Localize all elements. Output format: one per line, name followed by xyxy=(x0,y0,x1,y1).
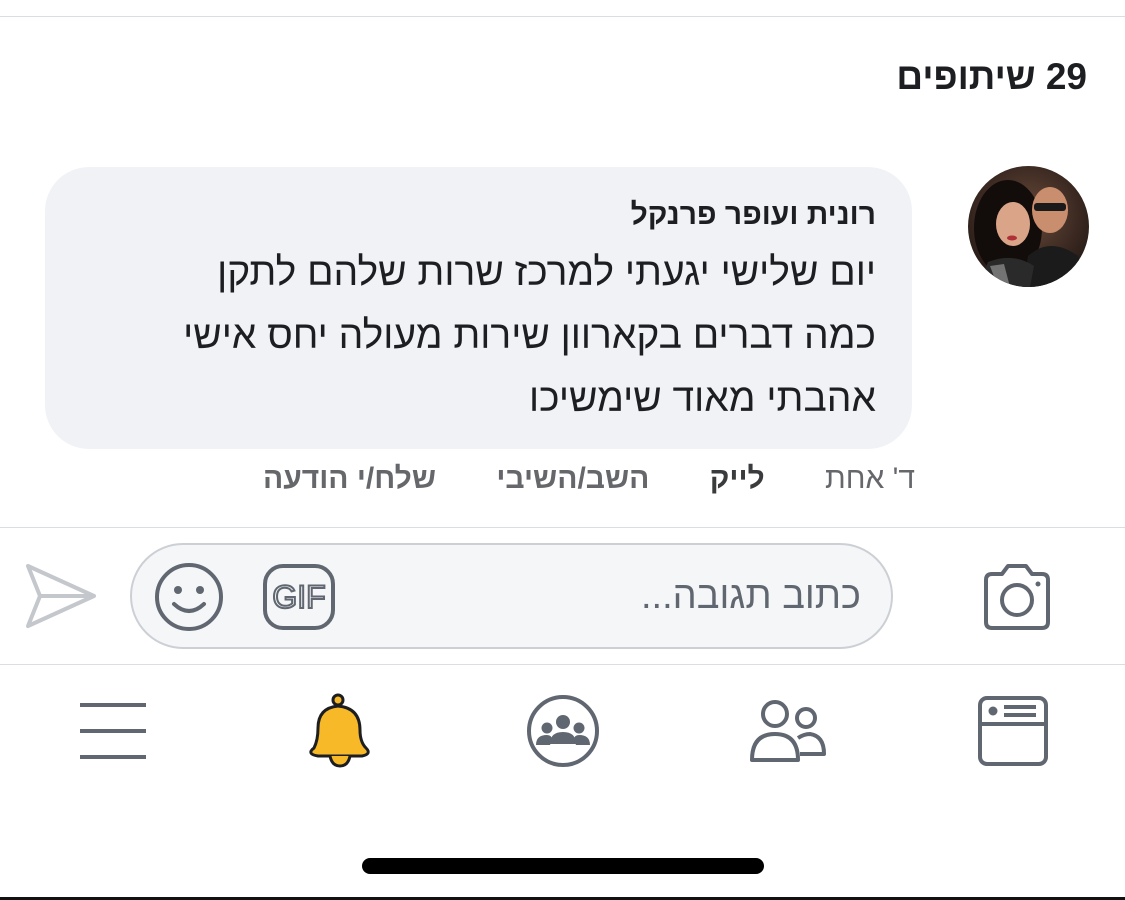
menu-icon xyxy=(80,703,146,759)
send-button[interactable] xyxy=(22,560,98,632)
gif-button[interactable]: GIF xyxy=(262,563,336,631)
avatar[interactable] xyxy=(968,166,1089,287)
composer-top-divider xyxy=(0,527,1125,528)
comment-text: יום שלישי יגעתי למרכז שרות שלהם לתקן כמה… xyxy=(81,241,876,430)
comment-screen: 29 שיתופים רונית ועופר פרנקל יום שלישי י… xyxy=(0,0,1125,900)
comment-author[interactable]: רונית ועופר פרנקל xyxy=(81,195,876,235)
comment-line: אהבתי מאוד שימשיכו xyxy=(529,377,876,420)
shares-count[interactable]: 29 שיתופים xyxy=(896,56,1087,98)
send-message-button[interactable]: שלח/י הודעה xyxy=(263,462,436,496)
comment-bubble[interactable]: רונית ועופר פרנקל יום שלישי יגעתי למרכז … xyxy=(45,167,912,449)
comment-composer[interactable]: GIF xyxy=(130,543,893,649)
comment-actions: ד' אחת לייק השב/השיבי שלח/י הודעה xyxy=(211,462,915,496)
camera-button[interactable] xyxy=(978,562,1056,634)
comment-line: כמה דברים בקארוון שירות מעולה יחס אישי xyxy=(183,314,876,357)
groups-icon xyxy=(527,695,599,767)
tab-menu[interactable] xyxy=(78,690,150,772)
like-button[interactable]: לייק xyxy=(710,462,765,496)
comment-input[interactable] xyxy=(381,571,861,621)
comment-line: יום שלישי יגעתי למרכז שרות שלהם לתקן xyxy=(217,251,876,294)
news-feed-icon xyxy=(978,696,1048,766)
send-arrow-icon xyxy=(26,564,96,628)
tab-news-feed[interactable] xyxy=(974,690,1052,772)
smiley-icon xyxy=(155,563,223,631)
camera-icon xyxy=(984,564,1050,630)
tab-groups[interactable] xyxy=(522,690,604,772)
reply-button[interactable]: השב/השיבי xyxy=(496,462,649,496)
friends-icon xyxy=(750,700,826,762)
comment-time: ד' אחת xyxy=(825,462,915,495)
tabbar-top-divider xyxy=(0,664,1125,665)
tab-friends[interactable] xyxy=(748,690,828,772)
gif-icon: GIF xyxy=(263,564,335,630)
emoji-button[interactable] xyxy=(154,562,224,632)
top-divider xyxy=(0,16,1125,17)
home-indicator[interactable] xyxy=(362,858,764,874)
tab-notifications[interactable] xyxy=(300,690,380,772)
bell-icon xyxy=(309,693,370,768)
gif-label: GIF xyxy=(272,579,325,615)
